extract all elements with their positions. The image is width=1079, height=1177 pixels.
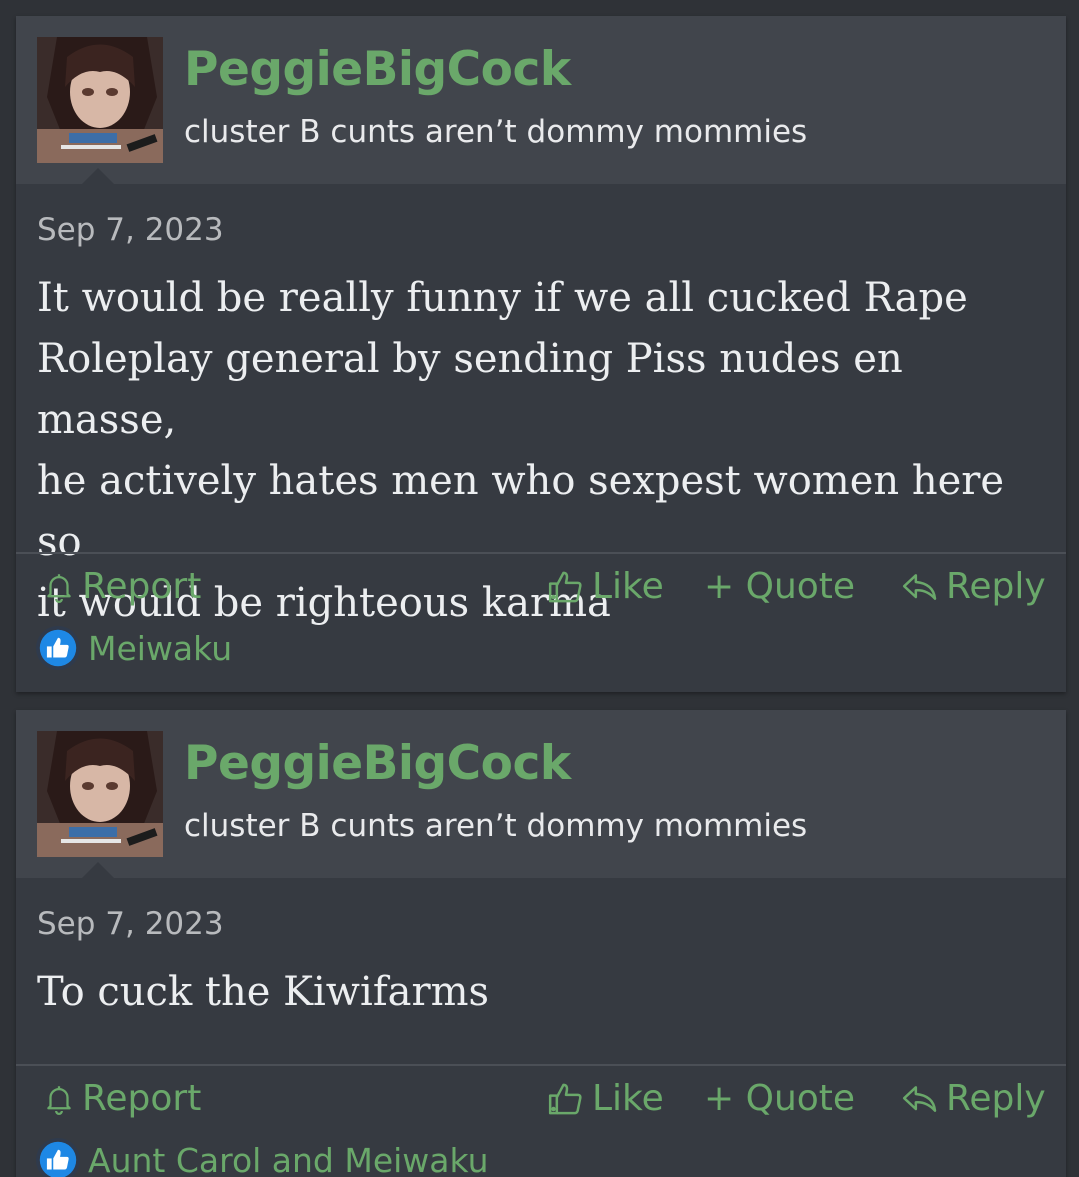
post-body-line: he actively hates men who sexpest women … (37, 458, 1005, 565)
reply-button[interactable]: Reply (900, 566, 1046, 607)
avatar[interactable] (37, 37, 163, 163)
post-divider (16, 552, 1066, 554)
post-body: To cuck the Kiwifarms (37, 962, 1047, 1023)
post-body-line: Roleplay general by sending Piss nudes e… (37, 336, 903, 443)
quote-label: + Quote (704, 1078, 856, 1119)
avatar[interactable] (37, 731, 163, 857)
report-label: Report (82, 1078, 202, 1119)
reply-label: Reply (946, 566, 1046, 607)
quote-label: + Quote (704, 566, 856, 607)
reactions-bar[interactable]: Meiwaku (36, 626, 232, 670)
thumbs-up-outline-icon (546, 567, 586, 607)
post: PeggieBigCock cluster B cunts aren’t dom… (16, 16, 1066, 692)
report-button[interactable]: Report (42, 1078, 201, 1119)
reply-label: Reply (946, 1078, 1046, 1119)
reaction-users[interactable]: Aunt Carol and Meiwaku (88, 1141, 489, 1177)
like-label: Like (592, 1078, 664, 1119)
like-label: Like (592, 566, 664, 607)
reply-icon (900, 567, 940, 607)
reactions-bar[interactable]: Aunt Carol and Meiwaku (36, 1138, 489, 1177)
bell-icon (42, 570, 76, 604)
post-divider (16, 1064, 1066, 1066)
post: PeggieBigCock cluster B cunts aren’t dom… (16, 710, 1066, 1177)
report-label: Report (82, 566, 202, 607)
bell-icon (42, 1082, 76, 1116)
user-title: cluster B cunts aren’t dommy mommies (184, 808, 808, 844)
thumbs-up-icon (36, 626, 80, 670)
user-title: cluster B cunts aren’t dommy mommies (184, 114, 808, 150)
post-date[interactable]: Sep 7, 2023 (37, 212, 224, 248)
user-header: PeggieBigCock cluster B cunts aren’t dom… (16, 16, 1066, 184)
post-body-line: It would be really funny if we all cucke… (37, 275, 968, 321)
thumbs-up-outline-icon (546, 1079, 586, 1119)
header-arrow (82, 862, 114, 878)
username[interactable]: PeggieBigCock (184, 736, 571, 791)
like-button[interactable]: Like (546, 1078, 664, 1119)
post-date[interactable]: Sep 7, 2023 (37, 906, 224, 942)
thumbs-up-icon (36, 1138, 80, 1177)
header-arrow (82, 168, 114, 184)
report-button[interactable]: Report (42, 566, 201, 607)
post-body-line: To cuck the Kiwifarms (37, 969, 490, 1015)
username[interactable]: PeggieBigCock (184, 42, 571, 97)
thread-page: PeggieBigCock cluster B cunts aren’t dom… (0, 0, 1079, 1177)
like-button[interactable]: Like (546, 566, 664, 607)
quote-button[interactable]: + Quote (704, 1078, 855, 1119)
user-header: PeggieBigCock cluster B cunts aren’t dom… (16, 710, 1066, 878)
reply-icon (900, 1079, 940, 1119)
quote-button[interactable]: + Quote (704, 566, 855, 607)
reply-button[interactable]: Reply (900, 1078, 1046, 1119)
reaction-users[interactable]: Meiwaku (88, 629, 232, 668)
